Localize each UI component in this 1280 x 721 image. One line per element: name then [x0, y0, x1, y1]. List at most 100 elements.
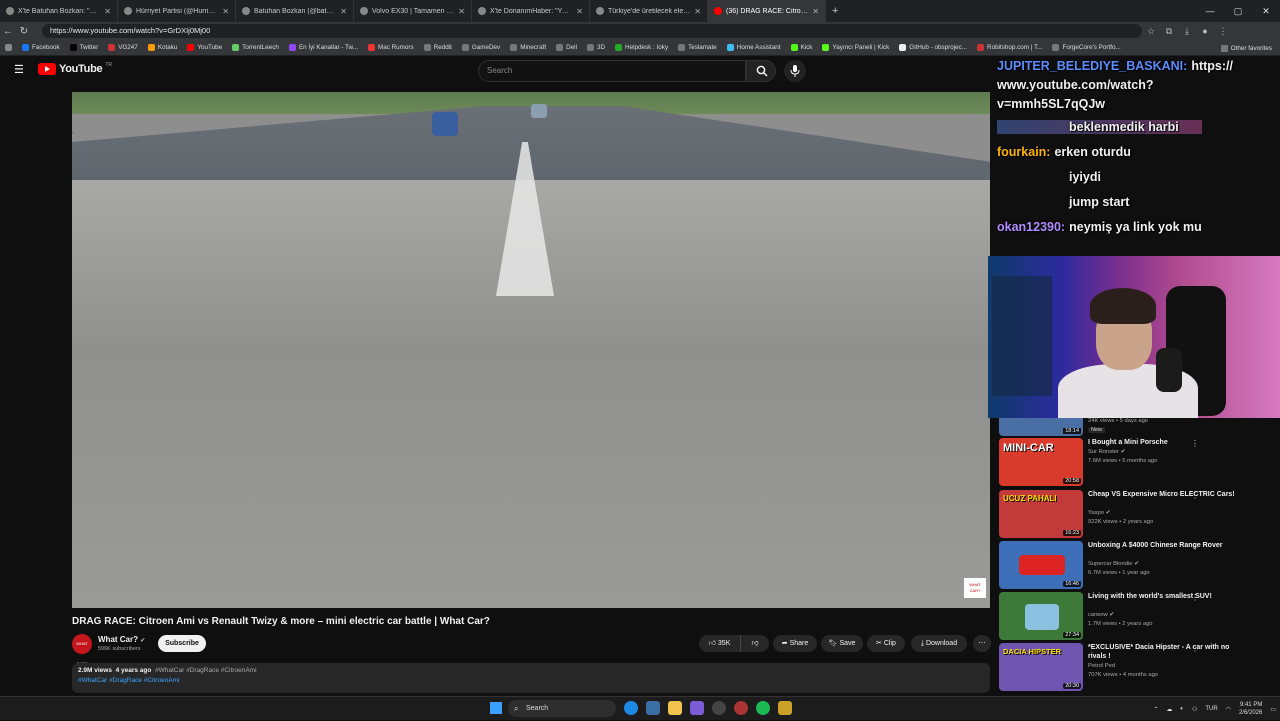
notification-icon[interactable]: ▭ — [1270, 706, 1276, 713]
dislike-button[interactable]: 👎︎ — [741, 635, 769, 652]
wifi-icon[interactable]: ◠ — [1226, 706, 1231, 713]
app-icon[interactable] — [778, 701, 792, 715]
recommendation-item[interactable]: UCUZ PAHALI 16:23 Cheap VS Expensive Micr… — [999, 490, 1279, 540]
spotify-icon[interactable] — [756, 701, 770, 715]
bookmark-item[interactable]: Mac Rumors — [363, 44, 419, 51]
bookmark-item[interactable]: Dell — [551, 44, 582, 51]
close-window-icon[interactable]: ✕ — [1252, 0, 1280, 22]
recommendation-item[interactable]: 27:34 Living with the world's smallest S… — [999, 592, 1279, 642]
bookmark-item[interactable]: 3D — [582, 44, 610, 51]
bookmark-item[interactable]: Yayıncı Paneli | Kick — [817, 44, 894, 51]
bookmark-item[interactable]: Facebook — [17, 44, 65, 51]
search-input[interactable]: Search — [478, 60, 746, 82]
taskbar-search[interactable]: ⌕ Search — [508, 700, 616, 717]
volume-icon[interactable]: 🔈︎ — [1180, 706, 1184, 713]
language-indicator[interactable]: TUR — [1205, 706, 1217, 712]
url-field[interactable]: https://www.youtube.com/watch?v=GrDXIj0M… — [42, 24, 1142, 38]
network-icon[interactable]: ⚇ — [1192, 706, 1197, 713]
browser-tab[interactable]: Türkiye'de üretilecek elektrikli Hy...✕ — [590, 0, 708, 22]
browser-tab-active[interactable]: (36) DRAG RACE: Citroen Ami...✕ — [708, 0, 826, 22]
menu-icon[interactable]: ⋮ — [1214, 26, 1232, 37]
extensions-icon[interactable]: ⧉ — [1160, 26, 1178, 37]
more-vertical-icon[interactable]: ⋮ — [1191, 644, 1199, 653]
more-vertical-icon[interactable]: ⋮ — [1191, 491, 1199, 500]
more-vertical-icon[interactable]: ⋮ — [1191, 542, 1199, 551]
close-icon[interactable]: ✕ — [104, 7, 111, 16]
close-icon[interactable]: ✕ — [222, 7, 229, 16]
download-button[interactable]: ⤓ Download — [911, 635, 967, 652]
bookmark-item[interactable]: ForgeCore's Portfo... — [1047, 44, 1125, 51]
bookmark-item[interactable]: VG247 — [103, 44, 143, 51]
download-icon[interactable]: ⤓ — [1178, 26, 1196, 37]
browser-tab[interactable]: Volvo EX30 | Tamamen elektrikli k...✕ — [354, 0, 472, 22]
chrome-icon[interactable] — [734, 701, 748, 715]
verified-icon: ✔ — [1109, 612, 1115, 618]
x-icon — [6, 7, 14, 15]
close-icon[interactable]: ✕ — [812, 7, 819, 16]
save-button[interactable]: 🔖︎ Save — [821, 635, 863, 652]
chevron-up-icon[interactable]: ⌃ — [1153, 706, 1158, 713]
video-frame-car — [432, 112, 458, 136]
bookmark-item[interactable]: YouTube — [182, 44, 227, 51]
browser-tab[interactable]: X'te Batuhan Bozkan: "Paypal, App...✕ — [0, 0, 118, 22]
like-button[interactable]: 👍︎ 35K — [699, 635, 741, 652]
close-icon[interactable]: ✕ — [694, 7, 701, 16]
more-vertical-icon[interactable]: ⋮ — [1191, 593, 1199, 602]
channel-watermark[interactable]: WHAT CAR? — [964, 578, 986, 598]
hamburger-menu-icon[interactable]: ☰ — [14, 65, 26, 76]
new-tab-button[interactable]: + — [826, 0, 848, 22]
channel-avatar[interactable]: WHAT CAR? — [72, 634, 92, 666]
other-favorites[interactable]: Other favorites — [1220, 40, 1272, 56]
more-actions-button[interactable]: ⋯ — [973, 635, 991, 652]
share-button[interactable]: ➦ Share — [773, 635, 817, 652]
bookmark-item[interactable]: Reddit — [419, 44, 457, 51]
edge-icon[interactable] — [624, 701, 638, 715]
back-icon[interactable]: ← — [0, 26, 16, 37]
cloud-icon[interactable]: ☁ — [1166, 706, 1172, 713]
bookmark-item[interactable]: Kotaku — [143, 44, 183, 51]
close-icon[interactable]: ✕ — [576, 7, 583, 16]
file-explorer-icon[interactable] — [668, 701, 682, 715]
bookmark-item[interactable]: En İyi Kanallar - Tw... — [284, 44, 363, 51]
app-icon[interactable] — [646, 701, 660, 715]
youtube-logo[interactable]: YouTube TR — [38, 62, 112, 75]
rec-thumbnail-partial[interactable]: 18:14 — [999, 418, 1083, 436]
more-vertical-icon[interactable]: ⋮ — [1191, 439, 1199, 448]
bookmark-item[interactable]: Twitter — [65, 44, 104, 51]
globe-icon — [1052, 44, 1060, 51]
star-icon[interactable]: ☆ — [1142, 26, 1160, 37]
obs-icon[interactable] — [712, 701, 726, 715]
description-hashtags[interactable]: #WhatCar #DragRace #CitroenAmi — [78, 677, 180, 684]
bookmark-item[interactable]: Home Assistant — [722, 44, 786, 51]
bookmark-item[interactable]: Kick — [786, 44, 818, 51]
browser-tab[interactable]: X'te DonanımHaber: "Yurtdışı...✕ — [472, 0, 590, 22]
recommendation-item[interactable]: 16:46 Unboxing A $4000 Chinese Range Rov… — [999, 541, 1279, 591]
recommendation-item[interactable]: DACIA HIPSTER 20:30 *EXCLUSIVE* Dacia Hip… — [999, 643, 1279, 693]
profile-icon[interactable]: ● — [1196, 26, 1214, 36]
clip-button[interactable]: ✂ Clip — [867, 635, 905, 652]
bookmark-item[interactable]: GameDev — [457, 44, 505, 51]
search-button[interactable] — [746, 60, 776, 82]
reload-icon[interactable]: ↻ — [16, 26, 32, 37]
recommendation-item[interactable]: MINI-CAR 20:58 I Bought a Mini Porsche Su… — [999, 438, 1279, 488]
bookmark-item[interactable]: Helpdesk : Ioky — [610, 44, 673, 51]
windows-start-icon[interactable] — [490, 702, 502, 714]
maximize-icon[interactable]: ▢ — [1224, 0, 1252, 22]
close-icon[interactable]: ✕ — [458, 7, 465, 16]
discord-icon[interactable] — [690, 701, 704, 715]
minimize-icon[interactable]: — — [1196, 0, 1224, 22]
channel-name[interactable]: What Car? ✔ — [98, 635, 145, 644]
video-player[interactable]: WHAT CAR? — [72, 92, 990, 608]
bookmark-item[interactable]: GitHub - obsprojec... — [894, 44, 972, 51]
browser-tab[interactable]: Batuhan Bozkan (@batubozkan) / X✕ — [236, 0, 354, 22]
bookmark-item[interactable]: Teslamate — [673, 44, 722, 51]
clock[interactable]: 9:41 PM 2/6/2026 — [1239, 701, 1262, 717]
bookmarks-icon[interactable] — [0, 44, 17, 51]
bookmark-item[interactable]: Robitshop.com | T... — [972, 44, 1047, 51]
voice-search-button[interactable] — [784, 60, 806, 82]
browser-tab[interactable]: Hürriyet Partisi (@HurriyetPartiTr)✕ — [118, 0, 236, 22]
close-icon[interactable]: ✕ — [340, 7, 347, 16]
bookmark-item[interactable]: TorrentLeech — [227, 44, 284, 51]
subscribe-button[interactable]: Subscribe — [158, 635, 206, 652]
bookmark-item[interactable]: Minecraft — [505, 44, 551, 51]
